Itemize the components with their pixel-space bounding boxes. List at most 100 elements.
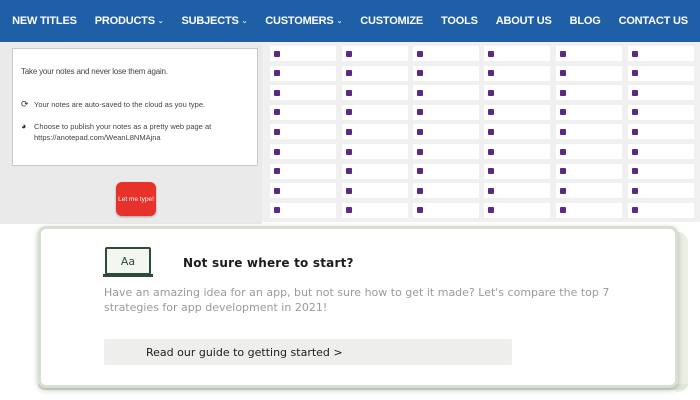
icon-tile[interactable] [270,85,336,101]
icon-tile[interactable] [413,124,479,140]
guide-description: Have an amazing idea for an app, but not… [104,286,610,314]
icon-tile[interactable] [270,104,336,120]
tile-icon [274,70,280,77]
nav-item-products[interactable]: PRODUCTS ⌄ [86,15,173,27]
icon-tile[interactable] [413,85,479,101]
icon-tile[interactable] [342,104,408,120]
icon-tile[interactable] [342,46,408,61]
icon-tile[interactable] [413,183,479,199]
tile-icon [417,207,423,214]
nav-item-new-titles[interactable]: NEW TITLES [3,15,86,27]
tile-icon [488,109,494,116]
icon-tile[interactable] [484,85,550,101]
icon-tile[interactable] [556,104,622,120]
tile-icon [274,207,280,214]
icon-tile[interactable] [342,85,408,101]
icon-tile[interactable] [484,202,550,218]
icon-tile[interactable] [342,163,408,179]
nav-item-about-us[interactable]: ABOUT US [487,15,561,27]
nav-item-customers[interactable]: CUSTOMERS ⌄ [256,15,351,27]
icon-tile[interactable] [484,183,550,199]
tile-icon [274,187,280,194]
icon-tile[interactable] [413,202,479,218]
tile-icon [417,50,423,57]
tile-icon [560,187,566,194]
icon-tile[interactable] [342,144,408,159]
icon-tile[interactable] [628,46,694,61]
icon-tile[interactable] [628,85,694,101]
icon-tile[interactable] [484,144,550,159]
icon-tile[interactable] [270,183,336,199]
read-guide-button[interactable]: Read our guide to getting started > [104,339,512,365]
icon-tile[interactable] [628,163,694,179]
nav-item-subjects[interactable]: SUBJECTS ⌄ [173,15,257,27]
note-feature-text: Choose to publish your notes as a pretty… [34,122,212,142]
nav-label: BLOG [569,15,601,27]
icon-tile[interactable] [342,65,408,81]
guide-title: Not sure where to start? [183,256,354,270]
let-me-type-button[interactable]: Let me type! [116,182,156,216]
nav-label: SUBJECTS [181,15,239,27]
nav-item-customize[interactable]: CUSTOMIZE [351,15,432,27]
chevron-down-icon: ⌄ [336,18,343,25]
icon-tile[interactable] [270,144,336,159]
tile-icon [274,109,280,116]
icon-tile[interactable] [556,124,622,140]
icon-tile[interactable] [270,124,336,140]
tile-icon [632,187,638,194]
tile-icon [632,148,638,155]
icon-tile[interactable] [270,202,336,218]
icon-tile[interactable] [413,104,479,120]
icon-tile[interactable] [413,65,479,81]
icon-tile[interactable] [556,85,622,101]
icon-tile[interactable] [413,144,479,159]
icon-tile[interactable] [484,65,550,81]
tile-icon [632,70,638,77]
tile-icon [417,168,423,175]
icon-tile[interactable] [628,144,694,159]
icon-tile[interactable] [628,183,694,199]
tile-icon [632,168,638,175]
icon-tile[interactable] [556,65,622,81]
icon-tile[interactable] [628,104,694,120]
icon-tile-grid [262,42,700,222]
nav-label: NEW TITLES [12,15,77,27]
icon-tile[interactable] [342,183,408,199]
icon-tile[interactable] [484,124,550,140]
tile-icon [274,89,280,96]
nav-label: ABOUT US [495,15,552,27]
nav-item-blog[interactable]: BLOG [561,15,610,27]
icon-tile[interactable] [342,202,408,218]
icon-tile[interactable] [270,163,336,179]
icon-tile[interactable] [628,124,694,140]
tile-icon [346,50,352,57]
icon-tile[interactable] [556,163,622,179]
tile-icon [560,109,566,116]
nav-item-tools[interactable]: TOOLS [432,15,487,27]
icon-tile[interactable] [628,65,694,81]
tile-icon [417,70,423,77]
icon-tile[interactable] [342,124,408,140]
tile-icon [417,109,423,116]
icon-tile[interactable] [484,46,550,61]
tile-icon [560,70,566,77]
tile-icon [560,168,566,175]
icon-tile[interactable] [628,202,694,218]
font-book-icon: Aa [105,247,151,275]
icon-tile[interactable] [556,46,622,61]
note-feature-publish: ◕ Choose to publish your notes as a pret… [21,121,251,143]
icon-tile[interactable] [484,163,550,179]
note-feature-text: Your notes are auto-saved to the cloud a… [34,100,206,109]
icon-tile[interactable] [556,202,622,218]
icon-tile[interactable] [270,46,336,61]
icon-tile[interactable] [556,144,622,159]
icon-tile[interactable] [270,65,336,81]
icon-tile[interactable] [413,163,479,179]
icon-tile[interactable] [484,104,550,120]
note-heading: Take your notes and never lose them agai… [21,67,168,76]
nav-item-contact-us[interactable]: CONTACT US [610,15,697,27]
nav-label: CONTACT US [618,15,688,27]
icon-tile[interactable] [413,46,479,61]
tile-icon [274,168,280,175]
icon-tile[interactable] [556,183,622,199]
